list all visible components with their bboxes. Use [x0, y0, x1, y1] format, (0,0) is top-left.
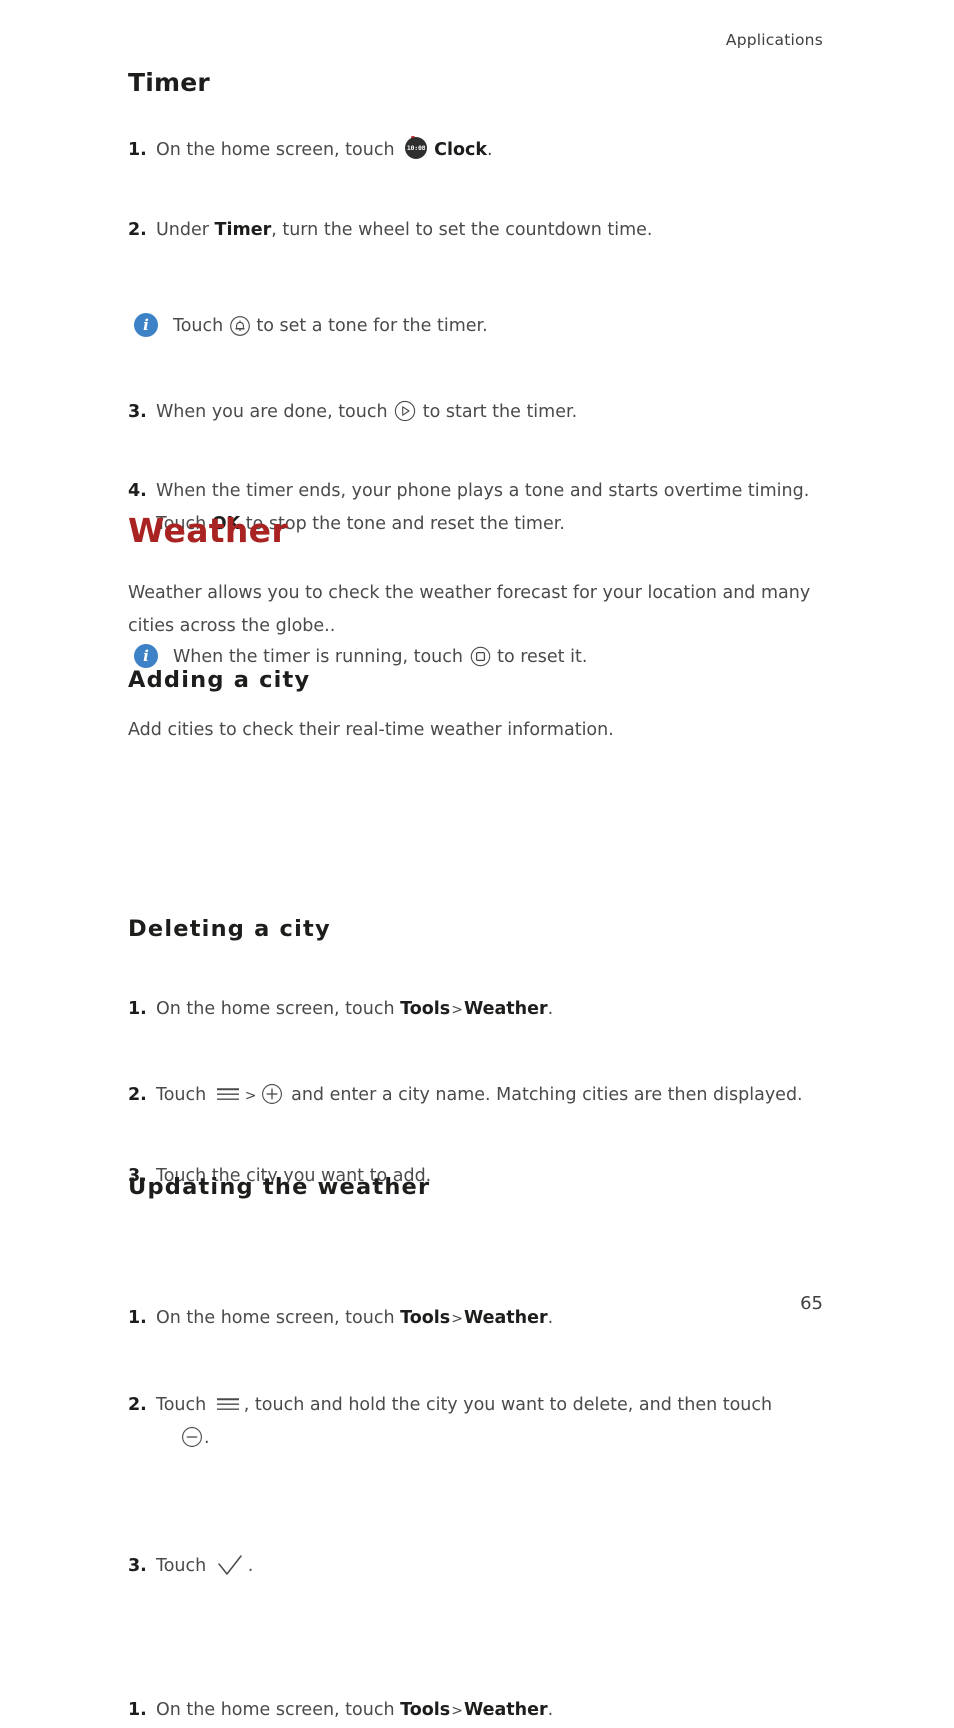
minus-circle-icon[interactable] — [180, 1425, 204, 1449]
step-text-rest: , turn the wheel to set the countdown ti… — [271, 220, 653, 240]
clock-label: Clock — [434, 140, 488, 160]
hamburger-menu-icon[interactable] — [215, 1084, 241, 1104]
step-number: 4. — [128, 481, 147, 501]
adding-a-city-heading: Adding a city — [128, 667, 828, 693]
sub-title-deleting-a-city: Deleting a city — [128, 916, 331, 942]
info-icon: i — [134, 644, 158, 668]
tools-bold-label: Tools — [400, 999, 451, 1019]
timer-section: Timer — [128, 68, 828, 97]
running-header: Applications — [725, 31, 823, 49]
step-period: . — [487, 140, 493, 160]
play-start-icon[interactable] — [393, 399, 417, 423]
timer-bold-label: Timer — [214, 220, 272, 240]
sub-title-adding-a-city: Adding a city — [128, 667, 311, 693]
step-number: 2. — [128, 1085, 147, 1105]
step-number: 1. — [128, 1308, 147, 1328]
step-text: When you are done, touch — [156, 402, 394, 422]
step-number: 1. — [128, 1700, 147, 1720]
step-number: 2. — [128, 220, 147, 240]
page-number: 65 — [800, 1293, 823, 1314]
step-period: . — [547, 1700, 554, 1720]
info-icon: i — [134, 313, 158, 337]
note-text-rest: to reset it. — [491, 647, 588, 667]
sub-title-updating-the-weather: Updating the weather — [128, 1174, 431, 1200]
stop-reset-icon[interactable] — [469, 645, 492, 668]
timer-step-2: 2. Under Timer, turn the wheel to set th… — [128, 214, 856, 247]
weather-intro: Weather allows you to check the weather … — [128, 577, 828, 643]
breadcrumb-separator: > — [244, 1088, 257, 1104]
hamburger-menu-icon[interactable] — [215, 1394, 241, 1414]
updating-weather-heading: Updating the weather — [128, 1174, 828, 1200]
adding-step-2: 2. Touch > and enter a city name. Matchi… — [128, 1079, 856, 1113]
deleting-a-city-heading: Deleting a city — [128, 916, 828, 942]
tools-bold-label: Tools — [400, 1308, 451, 1328]
weather-chapter-heading: Weather — [128, 511, 828, 550]
step-period: . — [547, 1308, 554, 1328]
page-title-timer: Timer — [128, 68, 210, 97]
deleting-step-3: 3. Touch . — [128, 1550, 856, 1583]
step-text: On the home screen, touch — [156, 140, 401, 160]
step-period: . — [247, 1556, 254, 1576]
tools-bold-label: Tools — [400, 1700, 451, 1720]
adding-a-city-lead: Add cities to check their real-time weat… — [128, 714, 828, 747]
step-text-touch: Touch — [156, 1395, 212, 1415]
step-number: 3. — [128, 402, 147, 422]
breadcrumb-separator: > — [451, 1703, 463, 1719]
step-period: . — [547, 999, 554, 1019]
step-period: . — [204, 1428, 210, 1448]
deleting-step-1: 1. On the home screen, touch Tools>Weath… — [128, 1302, 856, 1336]
adding-step-1: 1. On the home screen, touch Tools>Weath… — [128, 993, 856, 1027]
step-text-rest: to start the timer. — [417, 402, 578, 422]
updating-step-1: 1. On the home screen, touch Tools>Weath… — [128, 1694, 856, 1728]
step-number: 1. — [128, 140, 147, 160]
timer-step-1: 1. On the home screen, touch 10:08 Clock. — [128, 134, 856, 167]
document-page: Applications Timer 1. On the home screen… — [0, 0, 954, 1720]
deleting-step-2: 2. Touch , touch and hold the city you w… — [128, 1389, 856, 1455]
step-text-touch: Touch — [156, 1556, 212, 1576]
breadcrumb-separator: > — [451, 1311, 463, 1327]
weather-bold-label: Weather — [463, 1700, 548, 1720]
clock-app-icon[interactable]: 10:08 — [402, 134, 430, 162]
weather-bold-label: Weather — [463, 999, 548, 1019]
note-text-touch: Touch — [173, 316, 229, 336]
step-text-mid: , touch and hold the city you want to de… — [243, 1395, 773, 1415]
step-text: On the home screen, touch — [156, 999, 401, 1019]
timer-step-3: 3. When you are done, touch to start the… — [128, 396, 856, 429]
step-text: On the home screen, touch — [156, 1308, 401, 1328]
weather-bold-label: Weather — [463, 1308, 548, 1328]
step-number: 2. — [128, 1395, 147, 1415]
breadcrumb-separator: > — [451, 1002, 463, 1018]
step-text-rest: and enter a city name. Matching cities a… — [285, 1085, 803, 1105]
weather-intro-text: Weather allows you to check the weather … — [128, 583, 811, 636]
bell-tone-icon[interactable] — [229, 315, 251, 337]
checkmark-icon[interactable] — [215, 1553, 245, 1579]
plus-circle-icon[interactable] — [260, 1082, 284, 1106]
step-number: 1. — [128, 999, 147, 1019]
timer-note-1: i Touch to set a tone for the timer. — [128, 310, 873, 343]
note-text: When the timer is running, touch — [173, 647, 469, 667]
chapter-title-weather: Weather — [128, 511, 288, 550]
step-text: On the home screen, touch — [156, 1700, 401, 1720]
step-text-touch: Touch — [156, 1085, 212, 1105]
step-text-under: Under — [156, 220, 215, 240]
adding-a-city-lead-text: Add cities to check their real-time weat… — [128, 720, 614, 740]
note-text-rest: to set a tone for the timer. — [250, 316, 488, 336]
clock-icon-digits: 10:08 — [405, 137, 428, 159]
step-number: 3. — [128, 1556, 147, 1576]
